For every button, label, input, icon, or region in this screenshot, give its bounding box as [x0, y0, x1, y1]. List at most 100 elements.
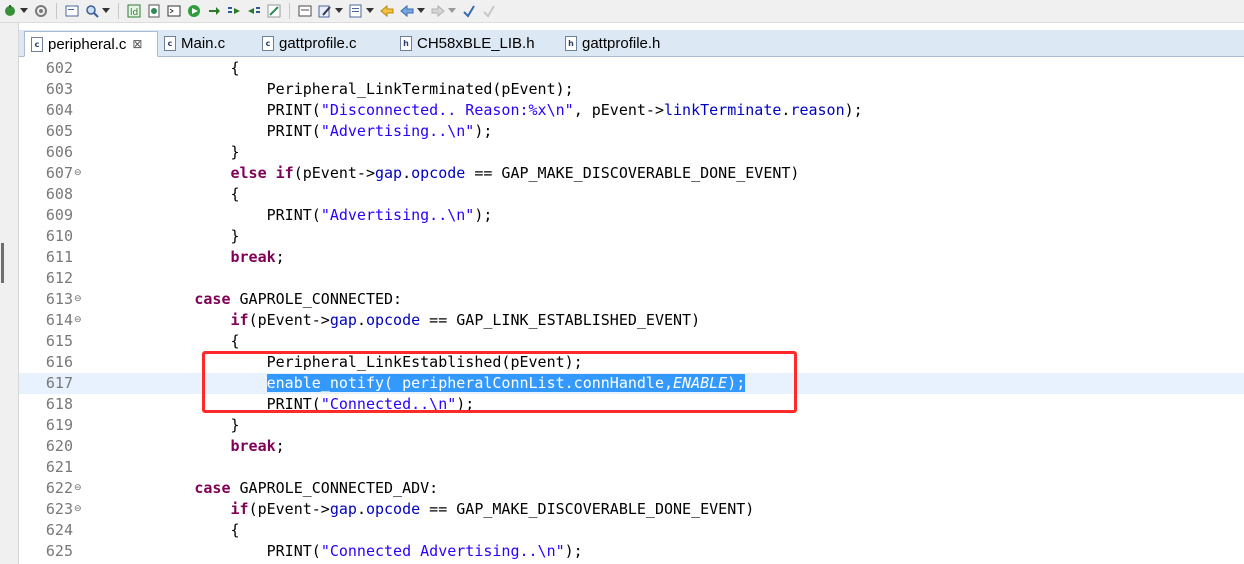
- h-file-icon: h: [565, 35, 577, 51]
- code-token: == GAP_LINK_ESTABLISHED_EVENT): [420, 311, 701, 329]
- line-number: 615: [45, 332, 73, 350]
- code-line[interactable]: 610 }: [19, 226, 1244, 247]
- console-icon[interactable]: [64, 3, 80, 19]
- code-token: .: [356, 500, 366, 518]
- code-token: (pEvent->: [248, 500, 330, 518]
- line-number: 606: [45, 143, 73, 161]
- line-number: 619: [45, 416, 73, 434]
- code-line[interactable]: 624 {: [19, 520, 1244, 541]
- back-arrow-icon[interactable]: [399, 3, 415, 19]
- forward-arrow-icon[interactable]: [430, 3, 446, 19]
- pin2-icon[interactable]: [481, 3, 497, 19]
- code-line[interactable]: 609 PRINT("Advertising..\n");: [19, 205, 1244, 226]
- tab-main-c[interactable]: c Main.c: [158, 31, 248, 55]
- code-line[interactable]: 615 {: [19, 331, 1244, 352]
- build-dropdown-icon[interactable]: [20, 3, 28, 19]
- code-line[interactable]: 603 Peripheral_LinkTerminated(pEvent);: [19, 79, 1244, 100]
- edit-dropdown-icon[interactable]: [335, 3, 343, 19]
- forward-dropdown-icon[interactable]: [448, 3, 456, 19]
- step-into-icon[interactable]: [226, 3, 242, 19]
- line-number: 602: [45, 59, 73, 77]
- code-token: break: [230, 437, 276, 455]
- annotate-dropdown-icon[interactable]: [366, 3, 374, 19]
- code-editor[interactable]: 602 {603 Peripheral_LinkTerminated(pEven…: [19, 57, 1244, 564]
- code-token: .: [356, 311, 366, 329]
- code-line[interactable]: 608 {: [19, 184, 1244, 205]
- line-number: 614: [45, 311, 73, 329]
- code-line[interactable]: 625 PRINT("Connected Advertising..\n");: [19, 541, 1244, 562]
- fold-toggle-icon[interactable]: ⊖: [74, 310, 82, 331]
- next-icon[interactable]: [206, 3, 222, 19]
- tab-label: gattprofile.c: [279, 34, 357, 52]
- annotate-icon[interactable]: [348, 3, 364, 19]
- code-line[interactable]: 607 ⊖ else if(pEvent->gap.opcode == GAP_M…: [19, 163, 1244, 184]
- step-over-icon[interactable]: [246, 3, 262, 19]
- tab-peripheral-c[interactable]: c peripheral.c ⊠: [24, 31, 158, 57]
- code-line[interactable]: 620 break;: [19, 436, 1244, 457]
- code-text: if(pEvent->gap.opcode == GAP_MAKE_DISCOV…: [86, 499, 755, 520]
- line-number: 603: [45, 80, 73, 98]
- layout-icon[interactable]: [266, 3, 282, 19]
- code-token: Peripheral_LinkTerminated(pEvent);: [266, 80, 574, 98]
- fold-toggle-icon[interactable]: ⊖: [74, 289, 82, 310]
- run-icon[interactable]: [186, 3, 202, 19]
- tab-ch58xble-lib-h[interactable]: h CH58xBLE_LIB.h: [394, 31, 554, 55]
- code-token: .: [402, 164, 412, 182]
- code-token: ;: [275, 437, 285, 455]
- build-icon[interactable]: [2, 3, 18, 19]
- code-token: "Connected Advertising..\n": [320, 542, 565, 560]
- debug-icon[interactable]: [146, 3, 162, 19]
- code-line[interactable]: 602 {: [19, 58, 1244, 79]
- tab-gattprofile-h[interactable]: h gattprofile.h: [559, 31, 689, 55]
- search-icon[interactable]: [84, 3, 100, 19]
- close-icon[interactable]: ⊠: [132, 37, 142, 51]
- pin-icon[interactable]: [461, 3, 477, 19]
- code-line[interactable]: 614 ⊖ if(pEvent->gap.opcode == GAP_LINK_E…: [19, 310, 1244, 331]
- code-text: break;: [86, 436, 285, 457]
- back-dropdown-icon[interactable]: [417, 3, 425, 19]
- code-token: PRINT(: [266, 542, 321, 560]
- code-line[interactable]: 621: [19, 457, 1244, 478]
- line-number: 605: [45, 122, 73, 140]
- code-text: PRINT("Disconnected.. Reason:%x\n", pEve…: [86, 100, 863, 121]
- code-line[interactable]: 604 PRINT("Disconnected.. Reason:%x\n", …: [19, 100, 1244, 121]
- code-token: PRINT(: [266, 122, 321, 140]
- toolbar-separator: [56, 3, 57, 19]
- tab-label: gattprofile.h: [582, 34, 661, 52]
- code-token: GAPROLE_CONNECTED:: [230, 290, 403, 308]
- code-line[interactable]: 623 ⊖ if(pEvent->gap.opcode == GAP_MAKE_D…: [19, 499, 1244, 520]
- code-line[interactable]: 606 }: [19, 142, 1244, 163]
- view-icon[interactable]: [297, 3, 313, 19]
- edit-icon[interactable]: [317, 3, 333, 19]
- code-line[interactable]: 605 PRINT("Advertising..\n");: [19, 121, 1244, 142]
- terminal-icon[interactable]: [166, 3, 182, 19]
- download-icon[interactable]: ld: [126, 3, 142, 19]
- code-line[interactable]: 613 ⊖ case GAPROLE_CONNECTED:: [19, 289, 1244, 310]
- line-number: 604: [45, 101, 73, 119]
- code-line[interactable]: 622 ⊖ case GAPROLE_CONNECTED_ADV:: [19, 478, 1244, 499]
- fold-toggle-icon[interactable]: ⊖: [74, 163, 82, 184]
- back-icon[interactable]: [379, 3, 395, 19]
- line-number: 622: [45, 479, 73, 497]
- code-line[interactable]: 611 break;: [19, 247, 1244, 268]
- code-line[interactable]: 619 }: [19, 415, 1244, 436]
- fold-toggle-icon[interactable]: ⊖: [74, 478, 82, 499]
- strip-marker: [1, 243, 4, 283]
- code-text: {: [86, 184, 240, 205]
- code-token: gap: [375, 164, 403, 182]
- code-line[interactable]: 612: [19, 268, 1244, 289]
- editor-tab-bar: c peripheral.c ⊠ c Main.c c gattprofile.…: [19, 30, 1244, 57]
- fold-toggle-icon[interactable]: ⊖: [74, 499, 82, 520]
- code-token: }: [230, 227, 240, 245]
- settings-icon[interactable]: [33, 3, 49, 19]
- tab-gattprofile-c[interactable]: c gattprofile.c: [256, 31, 386, 55]
- search-dropdown-icon[interactable]: [102, 3, 110, 19]
- annotation-highlight-box: [202, 351, 797, 413]
- tab-label: peripheral.c: [48, 35, 127, 53]
